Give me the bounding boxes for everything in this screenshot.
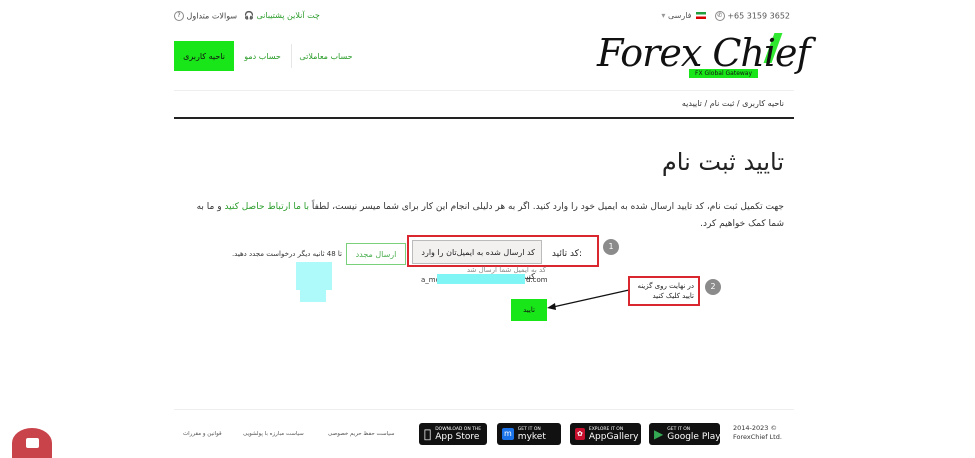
copyright-years: 2014-2023 © — [733, 424, 777, 432]
chat-icon — [26, 438, 39, 448]
copyright-company: ForexChief Ltd. — [733, 433, 782, 441]
redaction-mask-1 — [296, 262, 332, 290]
nav-trading-account[interactable]: حساب معاملاتی — [296, 41, 356, 71]
breadcrumb-divider — [174, 117, 794, 119]
footer-link-aml[interactable]: سیاست مبارزه با پولشویی — [243, 431, 304, 437]
online-chat-link[interactable]: 🎧 چت آنلاین پشتیبانی — [244, 11, 320, 20]
chat-widget-button[interactable] — [12, 428, 52, 458]
huawei-icon: ✿ — [575, 428, 585, 440]
page-title: تایید ثبت نام — [661, 148, 784, 176]
language-label: فارسی — [667, 11, 692, 20]
header-divider — [174, 90, 794, 91]
contact-us-link[interactable]: با ما ارتباط حاصل کنید — [224, 202, 309, 212]
app-store-badge[interactable]:  DOWNLOAD ON THEApp Store — [419, 423, 487, 445]
footer-divider — [174, 409, 794, 410]
language-selector[interactable]: ▾ فارسی — [661, 11, 706, 20]
phone-link[interactable]: ✆ +65 3159 3652 — [714, 11, 790, 21]
annotation-step-1-badge: 1 — [603, 239, 619, 255]
myket-badge[interactable]: m GET IT ON myket — [497, 423, 561, 445]
email-end: d.com — [526, 276, 548, 284]
resend-timer-text: تا 48 ثانیه دیگر درخواست مجدد دهید. — [231, 250, 342, 258]
iran-flag-icon — [696, 12, 706, 19]
top-bar: ? سوالات متداول 🎧 چت آنلاین پشتیبانی ▾ ف… — [174, 8, 794, 24]
breadcrumb[interactable]: ناحیه کاربری / ثبت نام / تاییدیه — [174, 99, 784, 108]
phone-number: +65 3159 3652 — [727, 11, 790, 21]
resend-code-button[interactable]: ارسال مجدد — [346, 243, 406, 265]
nav-user-area[interactable]: ناحیه کاربری — [174, 41, 234, 71]
app-store-big: App Store — [428, 431, 479, 442]
online-chat-label: چت آنلاین پشتیبانی — [256, 11, 320, 20]
nav-demo-account[interactable]: حساب دمو — [240, 41, 285, 71]
footer-link-privacy[interactable]: سیاست حفظ حریم خصوصی — [328, 431, 395, 437]
forexchief-logo[interactable]: Forex Chief FX Global Gateway — [597, 31, 811, 81]
apple-icon:  — [424, 428, 431, 440]
google-play-badge[interactable]: ▶ GET IT ON Google Play — [649, 423, 721, 445]
question-icon: ? — [174, 11, 184, 21]
copyright: 2014-2023 © ForexChief Ltd. — [733, 424, 793, 442]
page-description: جهت تکمیل ثبت نام، کد تایید ارسال شده به… — [180, 199, 784, 233]
email-redaction-mask — [437, 274, 525, 284]
headset-icon: 🎧 — [244, 11, 254, 20]
faq-label: سوالات متداول — [186, 11, 238, 21]
code-sent-note: کد به ایمیل شما ارسال شد — [466, 266, 546, 274]
google-play-icon: ▶ — [654, 427, 664, 441]
confirm-button[interactable]: تایید — [511, 299, 547, 321]
annotation-box-instruction: در نهایت روی گزینه تایید کلیک کنید — [628, 276, 700, 306]
footer-link-terms[interactable]: قوانین و مقررات — [183, 431, 222, 437]
nav-divider — [291, 44, 292, 68]
annotation-step-2-badge: 2 — [705, 279, 721, 295]
phone-icon: ✆ — [714, 11, 725, 21]
logo-tagline: FX Global Gateway — [689, 69, 759, 78]
description-text-1: جهت تکمیل ثبت نام، کد تایید ارسال شده به… — [309, 202, 784, 212]
annotation-arrow — [547, 289, 630, 310]
chevron-down-icon: ▾ — [661, 11, 666, 20]
appgallery-badge[interactable]: ✿ EXPLORE IT ON AppGallery — [570, 423, 641, 445]
faq-link[interactable]: ? سوالات متداول — [174, 11, 237, 21]
myket-icon: m — [502, 428, 514, 440]
appgallery-big: AppGallery — [588, 431, 639, 442]
redaction-mask-2 — [300, 288, 326, 302]
app-store-small: DOWNLOAD ON THE — [428, 426, 481, 432]
google-play-big: Google Play — [667, 431, 721, 442]
myket-big: myket — [517, 431, 546, 442]
annotation-box-code-input — [407, 235, 599, 267]
